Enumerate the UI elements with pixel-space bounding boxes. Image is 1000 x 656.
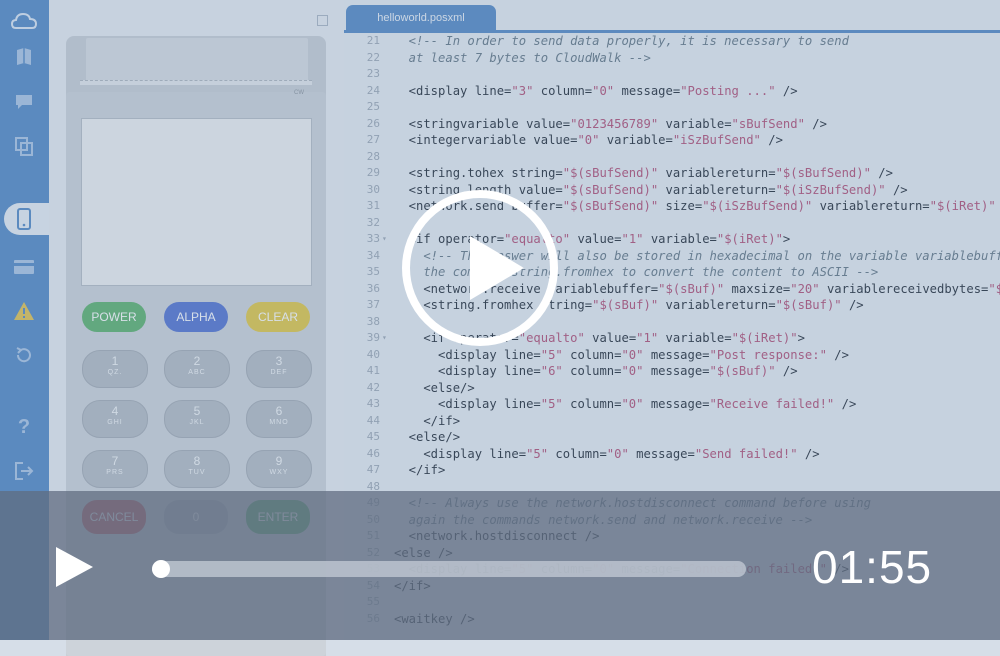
player-controls: 01:55: [0, 491, 1000, 640]
play-button[interactable]: [56, 547, 93, 587]
progress-thumb[interactable]: [152, 560, 170, 578]
progress-track[interactable]: [152, 561, 746, 577]
play-icon[interactable]: [402, 190, 558, 346]
time-display: 01:55: [812, 541, 933, 593]
